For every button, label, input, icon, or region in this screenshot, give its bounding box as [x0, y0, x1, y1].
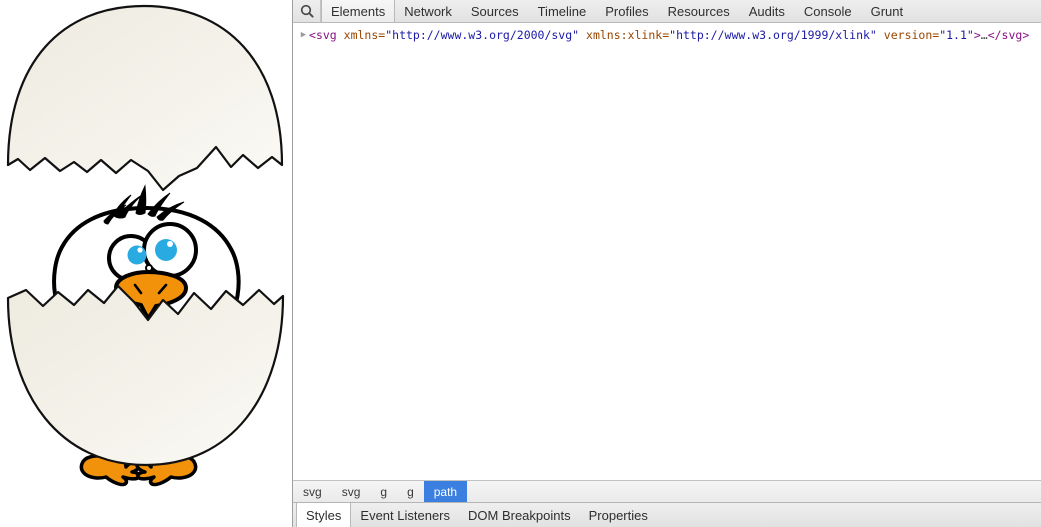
tab-sources-label: Sources: [470, 3, 519, 19]
breadcrumb-label-2: g: [380, 484, 388, 499]
breadcrumb-label-3: g: [407, 484, 414, 499]
dom-node-markup: <svg xmlns="http://www.w3.org/2000/svg" …: [309, 28, 1029, 43]
attr-name-xmlns-xlink: xmlns:xlink: [586, 28, 663, 42]
devtools-tab-strip: Elements Network Sources Timeline Profil…: [321, 0, 913, 22]
right-iris: [155, 239, 177, 261]
tag-name: svg: [315, 28, 337, 42]
tab-elements[interactable]: Elements: [321, 0, 396, 22]
tab-profiles[interactable]: Profiles: [596, 0, 658, 22]
right-eye-highlight: [167, 241, 173, 247]
beak-nostril-dot: [145, 264, 153, 272]
chick-egg-illustration[interactable]: [0, 0, 292, 527]
sidebar-tab-strip: Styles Event Listeners DOM Breakpoints P…: [293, 502, 1041, 527]
breadcrumb-label-1: svg: [341, 484, 361, 499]
attr-value-xmlns: "http://www.w3.org/2000/svg": [385, 28, 580, 42]
tab-audits[interactable]: Audits: [740, 0, 795, 22]
tab-network[interactable]: Network: [395, 0, 462, 22]
tab-timeline-label: Timeline: [537, 3, 587, 19]
tab-resources[interactable]: Resources: [659, 0, 740, 22]
breadcrumb-label-4: path: [433, 484, 458, 499]
tab-event-listeners-label: Event Listeners: [360, 507, 451, 523]
tab-properties[interactable]: Properties: [580, 503, 657, 527]
devtools-panel: Elements Network Sources Timeline Profil…: [292, 0, 1041, 527]
attr-value-version: "1.1": [939, 28, 974, 42]
expand-triangle-icon[interactable]: ▶: [298, 28, 309, 43]
tab-dom-breakpoints-label: DOM Breakpoints: [468, 507, 571, 523]
breadcrumb: svg svg g g path: [293, 480, 1041, 502]
closing-tag: </svg>: [987, 28, 1030, 42]
tab-styles[interactable]: Styles: [296, 503, 352, 527]
attr-name-xmlns: xmlns: [343, 28, 379, 42]
tab-properties-label: Properties: [588, 507, 648, 523]
tab-sources[interactable]: Sources: [462, 0, 529, 22]
tag-close-bracket: >: [973, 28, 981, 42]
breadcrumb-label-0: svg: [303, 484, 322, 499]
breadcrumb-item-g-outer[interactable]: g: [370, 481, 397, 502]
breadcrumb-item-svg-child[interactable]: svg: [332, 481, 371, 502]
tab-styles-label: Styles: [306, 507, 342, 523]
tab-timeline[interactable]: Timeline: [529, 0, 597, 22]
tab-network-label: Network: [404, 3, 452, 19]
tab-resources-label: Resources: [667, 3, 730, 19]
search-icon-glyph: [300, 4, 314, 18]
tab-profiles-label: Profiles: [605, 3, 649, 19]
page-viewport: [0, 0, 292, 527]
breadcrumb-item-path[interactable]: path: [423, 481, 468, 502]
dom-node-svg[interactable]: ▶ <svg xmlns="http://www.w3.org/2000/svg…: [293, 28, 1041, 43]
tab-grunt-label: Grunt: [870, 3, 904, 19]
devtools-toolbar: Elements Network Sources Timeline Profil…: [293, 0, 1041, 23]
tab-audits-label: Audits: [748, 3, 785, 19]
left-eye-highlight: [137, 247, 143, 253]
browser-window: Elements Network Sources Timeline Profil…: [0, 0, 1041, 527]
tag-open-bracket: <: [309, 28, 316, 42]
breadcrumb-item-svg-root[interactable]: svg: [293, 481, 332, 502]
tab-console-label: Console: [803, 3, 852, 19]
collapsed-children-ellipsis[interactable]: …: [981, 28, 988, 42]
dom-tree-pane[interactable]: ▶ <svg xmlns="http://www.w3.org/2000/svg…: [293, 23, 1041, 480]
breadcrumb-item-g-inner[interactable]: g: [397, 481, 424, 502]
tab-elements-label: Elements: [331, 3, 386, 19]
tab-dom-breakpoints[interactable]: DOM Breakpoints: [459, 503, 580, 527]
attr-name-version: version: [883, 28, 933, 42]
tab-console[interactable]: Console: [795, 0, 862, 22]
attr-value-xmlns-xlink: "http://www.w3.org/1999/xlink": [669, 28, 877, 42]
left-iris: [127, 245, 147, 265]
search-icon[interactable]: [293, 0, 321, 22]
tab-event-listeners[interactable]: Event Listeners: [351, 503, 459, 527]
top-eggshell: [6, 4, 284, 192]
tab-grunt[interactable]: Grunt: [862, 0, 914, 22]
